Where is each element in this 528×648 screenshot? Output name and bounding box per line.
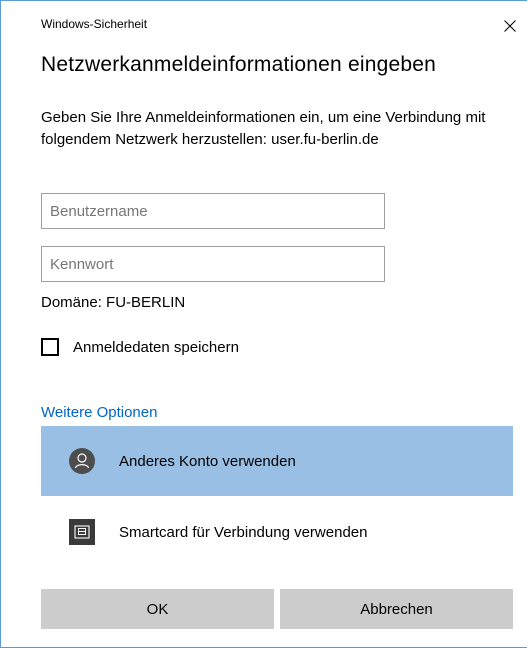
user-avatar-icon xyxy=(69,448,95,474)
remember-checkbox[interactable] xyxy=(41,338,59,356)
smartcard-icon xyxy=(69,519,95,545)
window-title: Windows-Sicherheit xyxy=(41,17,148,31)
remember-credentials[interactable]: Anmeldedaten speichern xyxy=(41,338,239,356)
option-smartcard[interactable]: Smartcard für Verbindung verwenden xyxy=(41,497,513,567)
ok-button[interactable]: OK xyxy=(41,589,274,629)
close-icon xyxy=(504,20,516,32)
dialog-heading: Netzwerkanmeldeinformationen eingeben xyxy=(41,53,436,76)
domain-label: Domäne: FU-BERLIN xyxy=(41,294,186,311)
password-input[interactable] xyxy=(41,246,385,282)
close-button[interactable] xyxy=(499,15,521,37)
more-options-link[interactable]: Weitere Optionen xyxy=(41,404,157,421)
username-input[interactable] xyxy=(41,193,385,229)
remember-label: Anmeldedaten speichern xyxy=(73,338,239,356)
cancel-button[interactable]: Abbrechen xyxy=(280,589,513,629)
dialog-description: Geben Sie Ihre Anmeldeinformationen ein,… xyxy=(41,109,486,148)
credentials-dialog: Windows-Sicherheit Netzwerkanmeldeinform… xyxy=(0,0,527,648)
option-smartcard-label: Smartcard für Verbindung verwenden xyxy=(119,523,368,541)
option-other-account-label: Anderes Konto verwenden xyxy=(119,452,296,470)
option-other-account[interactable]: Anderes Konto verwenden xyxy=(41,426,513,496)
